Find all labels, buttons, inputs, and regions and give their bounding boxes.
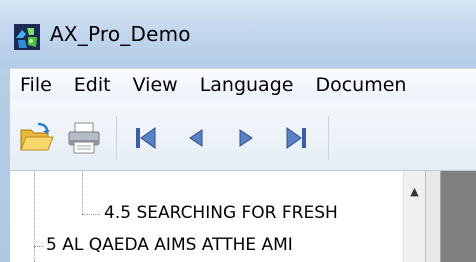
toolbar-separator [328, 116, 330, 160]
tree-item-5[interactable]: 5 AL QAEDA AIMS ATTHE AMI [46, 235, 293, 255]
title-bar[interactable]: AX_Pro_Demo [0, 0, 476, 68]
content-area: 4.5 SEARCHING FOR FRESH 5 AL QAEDA AIMS … [10, 171, 476, 262]
last-page-icon[interactable] [278, 120, 314, 156]
previous-page-icon[interactable] [178, 120, 214, 156]
first-page-icon[interactable] [128, 120, 164, 156]
document-viewer[interactable] [441, 171, 476, 262]
tree-scrollbar[interactable]: ▲ [403, 171, 426, 262]
toolbar [10, 100, 476, 171]
toolbar-separator [116, 116, 118, 160]
open-folder-icon[interactable] [18, 120, 54, 156]
menu-file[interactable]: File [10, 74, 63, 96]
scroll-up-arrow-icon[interactable]: ▲ [406, 181, 423, 201]
menu-bar: File Edit View Language Documen [10, 68, 476, 101]
tree-guide-line [34, 246, 44, 247]
puzzle-app-icon [14, 24, 40, 50]
window-title: AX_Pro_Demo [50, 22, 191, 46]
bookmark-tree: 4.5 SEARCHING FOR FRESH 5 AL QAEDA AIMS … [10, 171, 404, 262]
tree-guide-line [34, 171, 35, 262]
menu-view[interactable]: View [122, 74, 189, 96]
pane-splitter[interactable] [425, 171, 441, 262]
menu-edit[interactable]: Edit [63, 74, 122, 96]
tree-guide-line [82, 171, 83, 214]
tree-guide-line [82, 214, 100, 215]
menu-language[interactable]: Language [189, 74, 305, 96]
print-icon[interactable] [66, 120, 102, 156]
tree-item-4-5[interactable]: 4.5 SEARCHING FOR FRESH [104, 203, 338, 223]
menu-document[interactable]: Documen [304, 74, 417, 96]
next-page-icon[interactable] [228, 120, 264, 156]
app-window: AX_Pro_Demo File Edit View Language Docu… [0, 0, 476, 262]
